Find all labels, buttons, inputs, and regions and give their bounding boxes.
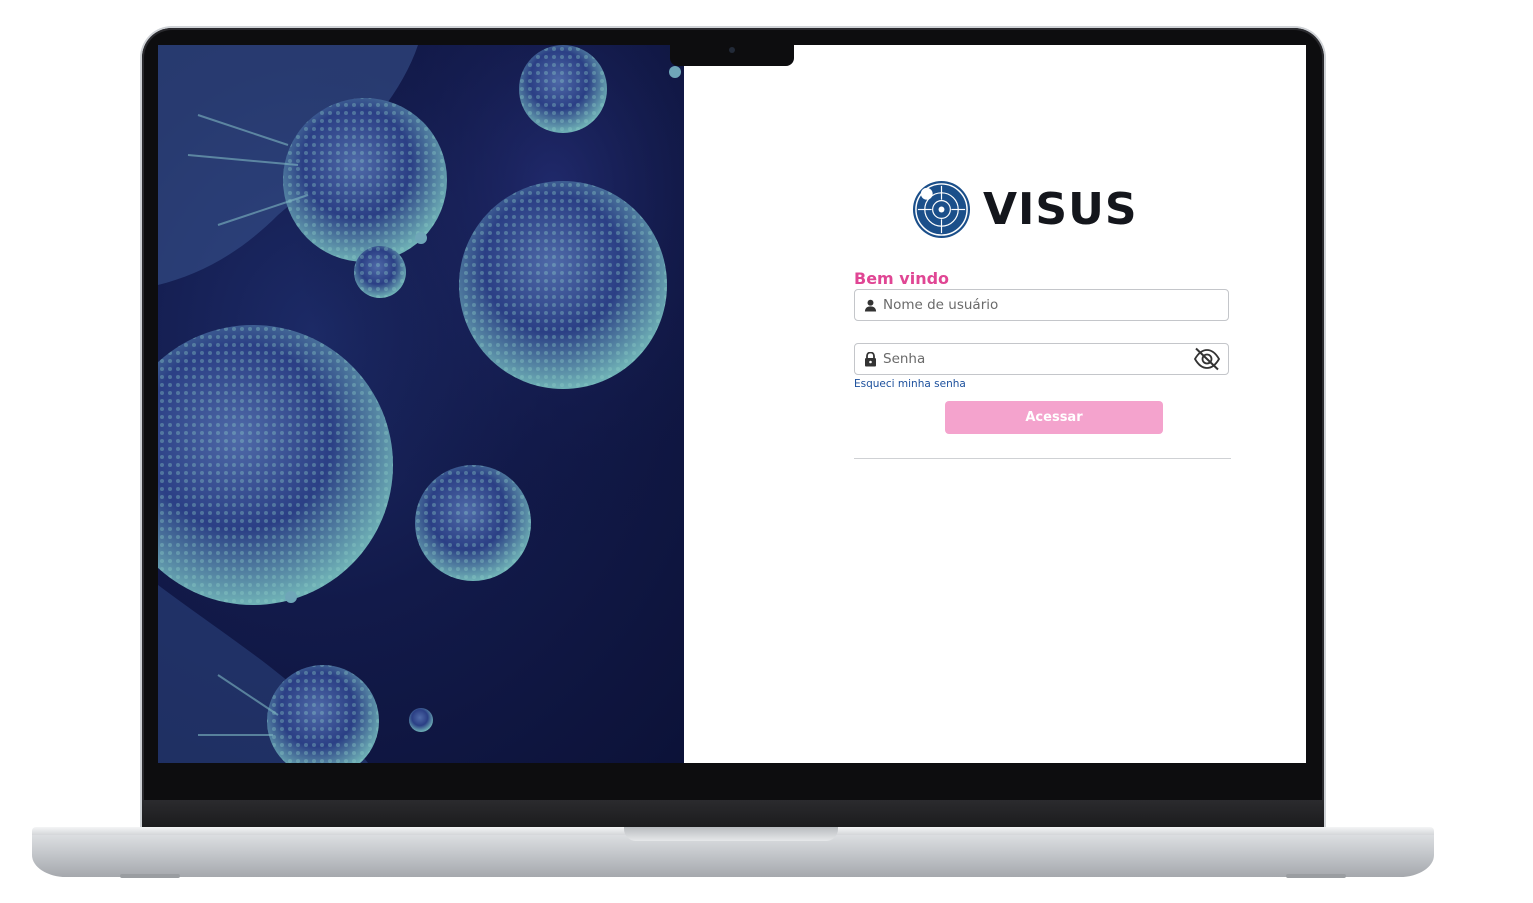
camera-icon xyxy=(729,47,735,53)
hero-image xyxy=(158,45,684,763)
laptop-foot-right xyxy=(1286,874,1346,878)
brand-logo: VISUS xyxy=(912,180,1138,239)
lock-icon xyxy=(863,351,877,366)
submit-button[interactable]: Acessar xyxy=(945,401,1163,434)
cancer-cells-illustration xyxy=(158,45,684,763)
laptop-foot-left xyxy=(120,874,180,878)
login-panel: VISUS Bem vindo Nome de usuário Esqueci … xyxy=(684,45,1306,763)
username-input[interactable] xyxy=(883,297,1228,313)
password-field[interactable] xyxy=(854,343,1229,375)
laptop-screen: VISUS Bem vindo Nome de usuário Esqueci … xyxy=(158,45,1306,763)
forgot-password-link[interactable]: Esqueci minha senha xyxy=(854,378,966,390)
user-icon xyxy=(863,298,877,312)
laptop-thumb-notch xyxy=(624,827,838,841)
password-input[interactable] xyxy=(883,351,1192,367)
divider xyxy=(854,458,1231,459)
username-field[interactable] xyxy=(854,289,1229,321)
eye-off-icon[interactable] xyxy=(1192,345,1222,373)
welcome-heading: Bem vindo xyxy=(854,269,950,288)
laptop-chin xyxy=(142,800,1324,828)
brand-name: VISUS xyxy=(983,184,1138,235)
crosshair-target-icon xyxy=(912,180,971,239)
